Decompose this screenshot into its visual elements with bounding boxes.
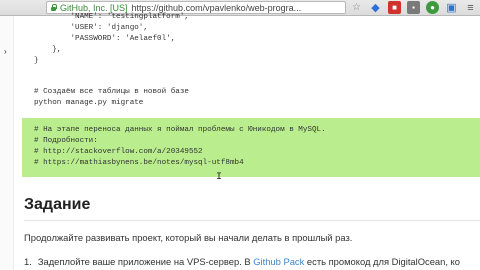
code-line: python manage.py migrate bbox=[34, 99, 144, 107]
code-line: # http://stackoverflow.com/a/20349552 bbox=[34, 148, 203, 156]
paragraph: Продолжайте развивать проект, который вы… bbox=[24, 232, 353, 243]
text-cursor-icon: I bbox=[216, 172, 223, 183]
code-line: # На этапе переноса данных я поймал проб… bbox=[34, 126, 326, 134]
code-line: 'PASSWORD': 'Aelaef0l', bbox=[34, 35, 176, 43]
github-pack-link[interactable]: Github Pack bbox=[253, 256, 304, 267]
list-text-tail: есть промокод для DigitalOcean, ко bbox=[304, 256, 460, 267]
code-line: 'USER': 'django', bbox=[34, 24, 148, 32]
code-block: 'NAME': 'testingplatform', 'USER': 'djan… bbox=[22, 0, 480, 177]
code-line: 'NAME': 'testingplatform', bbox=[34, 13, 189, 21]
code-line: }, bbox=[34, 46, 62, 54]
code-line: # https://mathiasbynens.be/notes/mysql-u… bbox=[34, 159, 244, 167]
left-gutter: › bbox=[0, 16, 14, 270]
heading-divider bbox=[24, 220, 480, 221]
list-item: 1. Задеплойте ваше приложение на VPS-серв… bbox=[24, 256, 460, 267]
code-line: } bbox=[34, 57, 39, 65]
list-text: Задеплойте ваше приложение на VPS-сервер… bbox=[37, 256, 254, 267]
section-heading: Задание bbox=[24, 196, 91, 213]
code-line: # Создаём все таблицы в новой базе bbox=[34, 88, 189, 96]
chevron-right-icon: › bbox=[4, 47, 7, 56]
code-line: # Подробности: bbox=[34, 137, 98, 145]
list-number: 1. bbox=[24, 256, 32, 267]
